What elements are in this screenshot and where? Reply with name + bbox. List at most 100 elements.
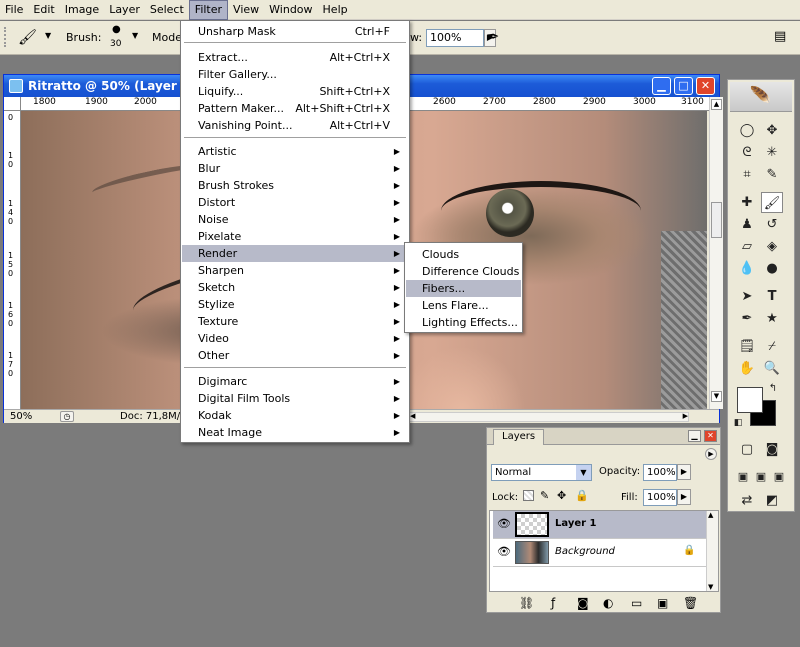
menu-item-fibers[interactable]: Fibers... xyxy=(406,280,521,297)
menu-item-stylize[interactable]: Stylize ▶ xyxy=(182,296,408,313)
healing-brush-icon[interactable]: ✚ xyxy=(736,192,758,213)
fill-input[interactable]: 100% xyxy=(643,489,677,506)
minimize-icon[interactable]: ▁ xyxy=(652,77,671,95)
blend-mode-select[interactable]: Normal ▼ xyxy=(491,464,592,481)
brush-tool-icon[interactable]: 🖌 xyxy=(18,28,37,46)
menu-item-brush-strokes[interactable]: Brush Strokes ▶ xyxy=(182,177,408,194)
image-ready-icon[interactable]: ◩ xyxy=(761,490,783,511)
menu-filter[interactable]: Filter xyxy=(188,0,229,20)
chevron-down-icon[interactable]: ▼ xyxy=(576,465,591,480)
menu-item-video[interactable]: Video ▶ xyxy=(182,330,408,347)
lock-pixels-icon[interactable]: ✎ xyxy=(540,489,549,502)
menu-file[interactable]: File xyxy=(0,0,28,20)
scroll-right-icon[interactable]: ▶ xyxy=(683,412,688,420)
menu-view[interactable]: View xyxy=(228,0,264,20)
menu-edit[interactable]: Edit xyxy=(28,0,59,20)
scroll-up-icon[interactable]: ▲ xyxy=(708,511,713,519)
brush-preview-icon[interactable]: ● xyxy=(112,24,121,35)
lock-transparency-icon[interactable] xyxy=(523,490,534,501)
scroll-thumb[interactable] xyxy=(711,202,722,238)
new-group-icon[interactable]: ▭ xyxy=(631,596,642,610)
menu-item-lens-flare[interactable]: Lens Flare... xyxy=(406,297,521,314)
clone-stamp-icon[interactable]: ♟ xyxy=(736,214,758,235)
crop-tool-icon[interactable]: ⌗ xyxy=(736,164,758,185)
link-layers-icon[interactable]: ⛓ xyxy=(519,596,534,610)
scroll-down-icon[interactable]: ▼ xyxy=(711,391,722,402)
menu-item-other[interactable]: Other ▶ xyxy=(182,347,408,364)
menu-item-blur[interactable]: Blur ▶ xyxy=(182,160,408,177)
foreground-color-swatch[interactable] xyxy=(737,387,763,413)
menu-select[interactable]: Select xyxy=(145,0,189,20)
custom-shape-icon[interactable]: ★ xyxy=(761,308,783,329)
panel-menu-icon[interactable]: ▶ xyxy=(705,448,717,460)
slice-tool-icon[interactable]: ✎ xyxy=(761,164,783,185)
layers-scrollbar[interactable]: ▲ ▼ xyxy=(706,511,718,591)
menu-item-lighting-effects[interactable]: Lighting Effects... xyxy=(406,314,521,331)
scroll-up-icon[interactable]: ▲ xyxy=(711,99,722,110)
visibility-eye-icon[interactable]: 👁 xyxy=(497,545,511,558)
menu-item-texture[interactable]: Texture ▶ xyxy=(182,313,408,330)
menu-item-sketch[interactable]: Sketch ▶ xyxy=(182,279,408,296)
scroll-left-icon[interactable]: ◀ xyxy=(410,412,415,420)
menu-item-extract[interactable]: Extract... Alt+Ctrl+X xyxy=(182,49,408,66)
type-tool-icon[interactable]: T xyxy=(761,286,783,307)
brush-tool-icon[interactable]: 🖌 xyxy=(761,192,783,213)
menu-image[interactable]: Image xyxy=(60,0,104,20)
menu-item-unsharp-mask[interactable]: Unsharp Mask Ctrl+F xyxy=(182,23,408,40)
palette-well-icon[interactable]: ▤ xyxy=(774,29,786,44)
new-layer-icon[interactable]: ▣ xyxy=(657,596,668,610)
zoom-level[interactable]: 50% xyxy=(10,411,32,422)
brush-dropdown-icon[interactable]: ▼ xyxy=(132,31,138,40)
menu-item-pixelate[interactable]: Pixelate ▶ xyxy=(182,228,408,245)
menu-item-digimarc[interactable]: Digimarc ▶ xyxy=(182,373,408,390)
pen-tool-icon[interactable]: ✒ xyxy=(736,308,758,329)
flow-input[interactable]: 100% xyxy=(426,29,484,47)
fill-stepper-icon[interactable]: ▶ xyxy=(677,489,691,505)
quick-mask-icon[interactable]: ◙ xyxy=(761,439,783,460)
menu-layer[interactable]: Layer xyxy=(104,0,145,20)
tool-preset-dropdown-icon[interactable]: ▼ xyxy=(45,31,51,40)
lock-position-icon[interactable]: ✥ xyxy=(557,489,566,502)
swap-colors-icon[interactable]: ↰ xyxy=(766,382,780,396)
menu-item-render[interactable]: Render ▶ xyxy=(182,245,408,262)
eraser-tool-icon[interactable]: ▱ xyxy=(736,236,758,257)
trash-icon[interactable]: 🗑 xyxy=(683,596,698,610)
blur-tool-icon[interactable]: 💧 xyxy=(736,258,758,279)
close-icon[interactable]: ✕ xyxy=(696,77,715,95)
layer-style-icon[interactable]: ƒ xyxy=(551,596,555,610)
history-brush-icon[interactable]: ↺ xyxy=(761,214,783,235)
menu-item-pattern-maker[interactable]: Pattern Maker... Alt+Shift+Ctrl+X xyxy=(182,100,408,117)
menu-item-vanishing-point[interactable]: Vanishing Point... Alt+Ctrl+V xyxy=(182,117,408,134)
lasso-tool-icon[interactable]: ᘓ xyxy=(736,142,758,163)
tab-layers[interactable]: Layers xyxy=(493,429,545,445)
menu-item-difference-clouds[interactable]: Difference Clouds xyxy=(406,263,521,280)
dodge-tool-icon[interactable]: ● xyxy=(761,258,783,279)
standard-mode-icon[interactable]: ▢ xyxy=(736,439,758,460)
vertical-scrollbar[interactable]: ▲ ▼ xyxy=(709,97,723,409)
opacity-input[interactable]: 100% xyxy=(643,464,677,481)
menu-window[interactable]: Window xyxy=(264,0,317,20)
layer-row-layer-1[interactable]: 👁 Layer 1 xyxy=(493,511,707,539)
opacity-stepper-icon[interactable]: ▶ xyxy=(677,464,691,480)
menu-item-artistic[interactable]: Artistic ▶ xyxy=(182,143,408,160)
maximize-icon[interactable]: □ xyxy=(674,77,693,95)
hand-tool-icon[interactable]: ✋ xyxy=(736,358,758,379)
notes-tool-icon[interactable]: 🗒 xyxy=(736,336,758,357)
panel-close-icon[interactable]: ✕ xyxy=(704,430,717,442)
menu-help[interactable]: Help xyxy=(318,0,353,20)
layer-row-background[interactable]: 👁 Background 🔒 xyxy=(493,539,707,567)
feather-icon[interactable]: 🪶 xyxy=(730,82,792,112)
menu-item-noise[interactable]: Noise ▶ xyxy=(182,211,408,228)
visibility-eye-icon[interactable]: 👁 xyxy=(497,517,511,530)
menu-item-digital-film-tools[interactable]: Digital Film Tools ▶ xyxy=(182,390,408,407)
adjustment-layer-icon[interactable]: ◐ xyxy=(603,596,613,610)
menu-item-clouds[interactable]: Clouds xyxy=(406,246,521,263)
horizontal-scrollbar[interactable]: ◀ ▶ xyxy=(409,412,689,422)
panel-minimize-icon[interactable]: ▁ xyxy=(688,430,701,442)
default-colors-icon[interactable]: ◧ xyxy=(731,416,745,430)
screen-mode-full-icon[interactable]: ▣ xyxy=(768,466,790,487)
jump-to-imageready-icon[interactable]: ⇄ xyxy=(736,490,758,511)
zoom-tool-icon[interactable]: 🔍 xyxy=(761,358,783,379)
move-tool-icon[interactable]: ✥ xyxy=(761,120,783,141)
menu-item-liquify[interactable]: Liquify... Shift+Ctrl+X xyxy=(182,83,408,100)
